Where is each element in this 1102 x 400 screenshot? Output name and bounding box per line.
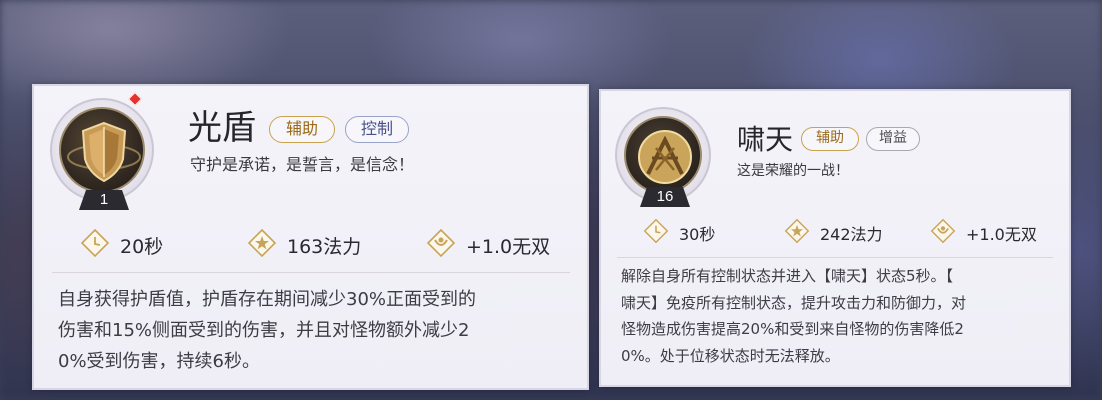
skill-level-badge: 1 <box>79 190 129 210</box>
skill-name: 光盾 <box>188 108 256 148</box>
skill-description: 解除自身所有控制状态并进入【啸天】状态5秒。【 啸天】免疫所有控制状态，提升攻击… <box>621 263 1067 369</box>
divider <box>617 257 1053 258</box>
stat-cooldown: 20秒 <box>80 228 163 262</box>
divider <box>52 272 570 273</box>
bonus-value: +1.0无双 <box>466 235 551 258</box>
description-line: 自身获得护盾值，护盾存在期间减少30%正面受到的 <box>58 289 477 310</box>
stat-bonus: +1.0无双 <box>426 228 550 262</box>
description-line: 0%受到伤害，持续6秒。 <box>58 351 261 372</box>
stat-bonus: +1.0无双 <box>930 218 1037 248</box>
stat-mana: 163法力 <box>247 228 361 262</box>
skill-card-xiaotian[interactable]: 16 啸天 辅助 增益 这是荣耀的一战！ 30秒 242法力 +1.0无双 解除… <box>599 89 1071 387</box>
mana-value: 242法力 <box>820 225 883 244</box>
unrivaled-icon <box>426 228 456 262</box>
description-line: 0%。处于位移状态时无法释放。 <box>621 346 840 365</box>
tag-control: 控制 <box>345 116 409 143</box>
description-line: 解除自身所有控制状态并进入【啸天】状态5秒。【 <box>621 267 954 285</box>
mana-value: 163法力 <box>287 235 362 258</box>
skill-emblem <box>50 98 154 202</box>
clock-icon <box>643 218 669 248</box>
cooldown-value: 30秒 <box>679 225 716 244</box>
unrivaled-icon <box>930 218 956 248</box>
stat-cooldown: 30秒 <box>643 218 715 248</box>
new-indicator-dot <box>127 91 143 107</box>
skill-name: 啸天 <box>737 123 794 156</box>
bonus-value: +1.0无双 <box>966 225 1037 244</box>
skill-description: 自身获得护盾值，护盾存在期间减少30%正面受到的 伤害和15%侧面受到的伤害，并… <box>58 284 578 377</box>
tag-support: 辅助 <box>269 116 335 143</box>
cooldown-value: 20秒 <box>120 235 164 258</box>
description-line: 伤害和15%侧面受到的伤害，并且对怪物额外减少2 <box>58 320 470 341</box>
skill-subtitle: 这是荣耀的一战！ <box>737 163 849 179</box>
tag-support: 辅助 <box>801 127 859 151</box>
skill-card-guangdun[interactable]: 1 光盾 辅助 控制 守护是承诺，是誓言，是信念！ 20秒 163法力 +1.0… <box>32 84 589 390</box>
skill-subtitle: 守护是承诺，是誓言，是信念！ <box>190 155 415 174</box>
description-line: 怪物造成伤害提高20%和受到来自怪物的伤害降低2 <box>621 320 964 338</box>
clock-icon <box>80 228 110 262</box>
crossed-weapons-emblem-icon <box>624 116 702 194</box>
tag-buff: 增益 <box>866 127 920 151</box>
description-line: 啸天】免疫所有控制状态，提升攻击力和防御力，对 <box>621 293 967 312</box>
shield-emblem-icon <box>59 107 145 193</box>
skill-level-badge: 16 <box>640 187 690 207</box>
star-icon <box>784 218 810 248</box>
stat-mana: 242法力 <box>784 218 883 248</box>
star-icon <box>247 228 277 262</box>
